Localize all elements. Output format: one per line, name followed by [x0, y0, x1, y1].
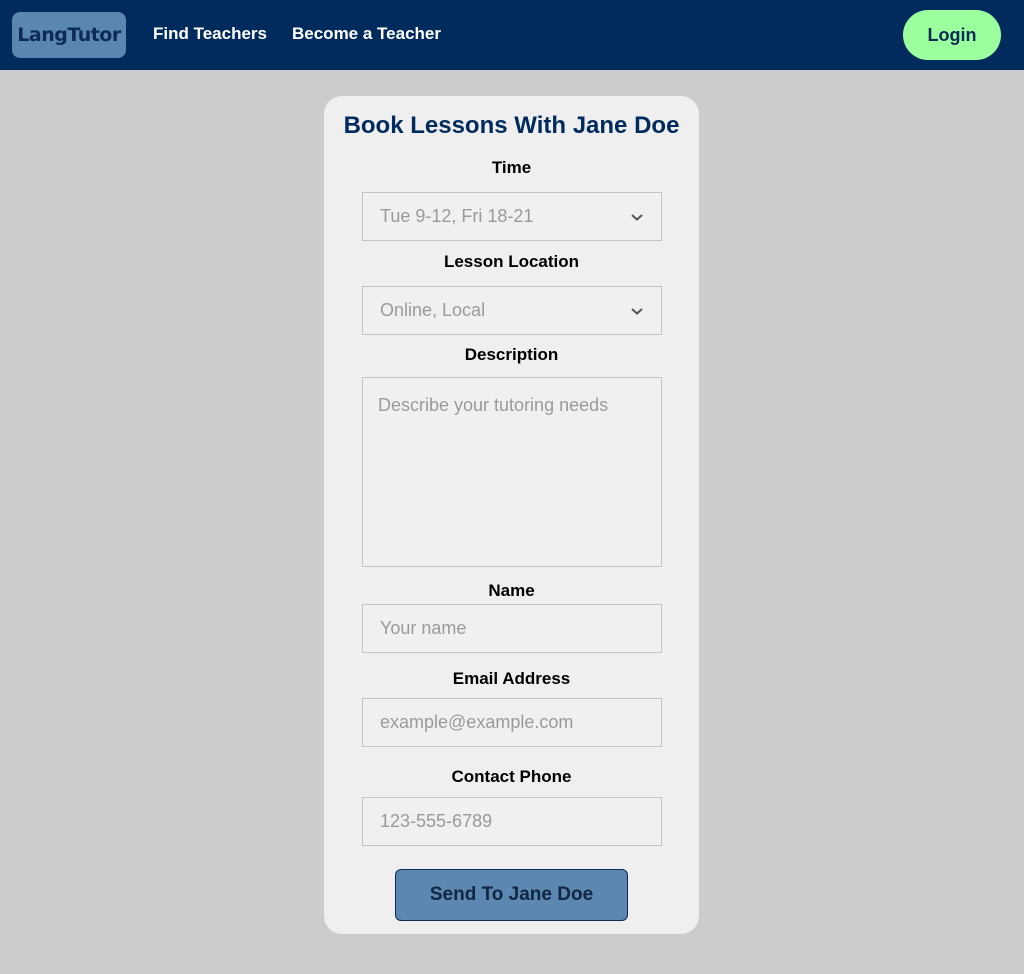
form-title: Book Lessons With Jane Doe	[343, 112, 680, 139]
logo[interactable]: LangTutor	[12, 12, 126, 58]
time-label: Time	[491, 158, 532, 177]
description-placeholder: Describe your tutoring needs	[378, 395, 609, 415]
chevron-down-icon	[631, 214, 643, 221]
navbar: LangTutor Find Teachers Become a Teacher…	[0, 0, 1024, 70]
time-select-placeholder: Tue 9-12, Fri 18-21	[380, 206, 534, 226]
description-textarea[interactable]: Describe your tutoring needs	[362, 377, 662, 567]
name-label: Name	[488, 581, 535, 600]
email-input[interactable]: example@example.com	[362, 698, 662, 747]
email-placeholder: example@example.com	[380, 712, 574, 732]
location-select-placeholder: Online, Local	[380, 300, 486, 320]
time-select[interactable]: Tue 9-12, Fri 18-21	[362, 192, 662, 241]
send-button[interactable]: Send To Jane Doe	[395, 869, 628, 921]
login-button[interactable]: Login	[903, 10, 1001, 60]
phone-placeholder: 123-555-6789	[380, 811, 493, 831]
description-label: Description	[464, 345, 559, 364]
chevron-down-icon	[631, 308, 643, 315]
phone-label: Contact Phone	[451, 767, 572, 786]
location-select[interactable]: Online, Local	[362, 286, 662, 335]
location-label: Lesson Location	[443, 252, 580, 271]
email-label: Email Address	[452, 669, 571, 688]
name-input[interactable]: Your name	[362, 604, 662, 653]
name-placeholder: Your name	[380, 618, 467, 638]
booking-form-card: Book Lessons With Jane Doe Time Tue 9-12…	[324, 96, 699, 934]
nav-link-find-teachers[interactable]: Find Teachers	[153, 24, 267, 44]
nav-link-become-teacher[interactable]: Become a Teacher	[292, 24, 441, 44]
phone-input[interactable]: 123-555-6789	[362, 797, 662, 846]
